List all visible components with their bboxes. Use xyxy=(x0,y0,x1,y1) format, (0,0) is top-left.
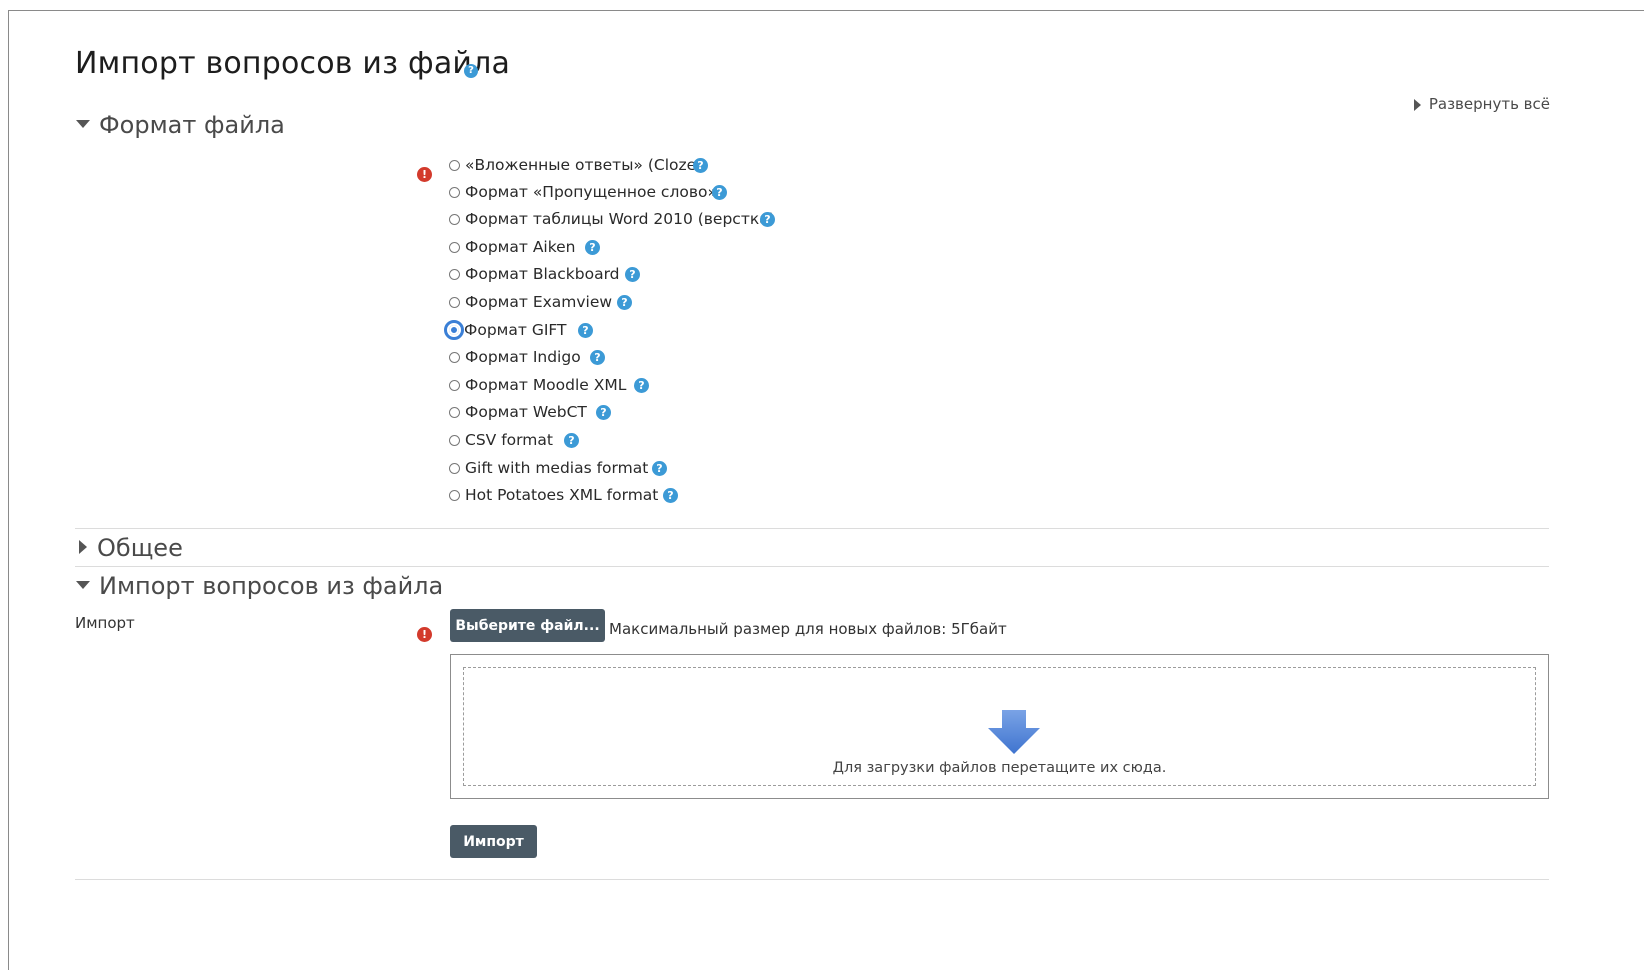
section-import-header[interactable]: Импорт вопросов из файла xyxy=(76,572,443,600)
caret-down-icon xyxy=(76,120,90,128)
section-general-title: Общее xyxy=(97,534,183,562)
format-option-label: Формат Indigo xyxy=(465,348,581,366)
format-option-label: Формат Examview xyxy=(465,293,613,311)
format-option-label: Формат Moodle XML xyxy=(465,376,627,394)
format-option-label: Формат Aiken xyxy=(465,238,576,256)
required-icon: ! xyxy=(417,167,432,182)
caret-right-icon xyxy=(79,540,87,554)
max-size-text: Максимальный размер для новых файлов: 5Г… xyxy=(609,620,1007,638)
help-icon[interactable]: ? xyxy=(693,158,708,173)
radio-button[interactable] xyxy=(449,296,460,308)
format-option[interactable]: Формат Moodle XML xyxy=(449,375,626,395)
expand-all-label: Развернуть всё xyxy=(1428,95,1550,113)
format-option-label: Формат «Пропущенное слово» xyxy=(465,183,717,201)
help-icon[interactable]: ? xyxy=(760,212,775,227)
help-icon[interactable]: ? xyxy=(590,350,605,365)
format-option[interactable]: Gift with medias format xyxy=(449,458,648,478)
format-option[interactable]: CSV format xyxy=(449,430,553,450)
radio-button[interactable] xyxy=(449,241,460,253)
radio-button-selected[interactable] xyxy=(444,320,464,340)
help-icon[interactable]: ? xyxy=(663,488,678,503)
format-option[interactable]: Формат Blackboard xyxy=(449,264,620,284)
help-icon[interactable]: ? xyxy=(564,433,579,448)
choose-file-button[interactable]: Выберите файл... xyxy=(450,609,605,642)
help-icon[interactable]: ? xyxy=(652,461,667,476)
section-format-header[interactable]: Формат файла xyxy=(76,111,285,139)
help-icon[interactable]: ? xyxy=(596,405,611,420)
help-icon[interactable]: ? xyxy=(634,378,649,393)
radio-button[interactable] xyxy=(449,213,460,225)
format-option[interactable]: Hot Potatoes XML format xyxy=(449,485,658,505)
required-icon: ! xyxy=(417,627,432,642)
import-field-label: Импорт xyxy=(75,614,135,632)
help-icon[interactable]: ? xyxy=(712,185,727,200)
radio-button[interactable] xyxy=(449,434,460,446)
caret-down-icon xyxy=(76,581,90,589)
format-option[interactable]: Формат «Пропущенное слово» xyxy=(449,182,717,202)
title-help-icon[interactable]: ? xyxy=(464,64,478,78)
format-option[interactable]: Формат Aiken xyxy=(449,237,576,257)
radio-button[interactable] xyxy=(449,462,460,474)
divider xyxy=(75,566,1549,567)
dropzone-border: Для загрузки файлов перетащите их сюда. xyxy=(463,667,1536,786)
divider xyxy=(75,879,1549,880)
help-icon[interactable]: ? xyxy=(617,295,632,310)
radio-button[interactable] xyxy=(449,406,460,418)
format-option-label: «Вложенные ответы» (Cloze) xyxy=(465,156,703,174)
format-option[interactable]: Формат Examview xyxy=(449,292,612,312)
section-general-header[interactable]: Общее xyxy=(76,534,183,562)
radio-button[interactable] xyxy=(449,159,460,171)
radio-button[interactable] xyxy=(449,379,460,391)
radio-button[interactable] xyxy=(449,186,460,198)
format-option[interactable]: Формат WebCT xyxy=(449,402,587,422)
section-import-title: Импорт вопросов из файла xyxy=(99,572,444,600)
format-option-label: Hot Potatoes XML format xyxy=(465,486,659,504)
format-option[interactable]: Формат Indigo xyxy=(449,347,581,367)
download-arrow-icon xyxy=(988,710,1040,754)
format-option[interactable]: Формат GIFT xyxy=(444,320,567,340)
format-option-label: Формат таблицы Word 2010 (верстка) xyxy=(465,210,775,228)
radio-button[interactable] xyxy=(449,489,460,501)
import-submit-button[interactable]: Импорт xyxy=(450,825,537,858)
window-frame xyxy=(8,10,1644,970)
format-option-label: Формат Blackboard xyxy=(465,265,620,283)
page-title: Импорт вопросов из файла xyxy=(75,46,511,81)
help-icon[interactable]: ? xyxy=(625,267,640,282)
section-format-title: Формат файла xyxy=(99,111,285,139)
expand-all-link[interactable]: Развернуть всё xyxy=(1413,95,1550,113)
dropzone-text: Для загрузки файлов перетащите их сюда. xyxy=(832,760,1167,776)
divider xyxy=(75,528,1549,529)
help-icon[interactable]: ? xyxy=(578,323,593,338)
format-option[interactable]: Формат таблицы Word 2010 (верстка) xyxy=(449,209,775,229)
format-option-label: Gift with medias format xyxy=(465,459,649,477)
format-option-label: CSV format xyxy=(465,431,553,449)
file-dropzone[interactable]: Для загрузки файлов перетащите их сюда. xyxy=(450,654,1549,799)
format-option-label: Формат GIFT xyxy=(464,321,567,339)
radio-button[interactable] xyxy=(449,351,460,363)
caret-right-icon xyxy=(1413,98,1421,111)
format-option[interactable]: «Вложенные ответы» (Cloze) xyxy=(449,155,702,175)
help-icon[interactable]: ? xyxy=(585,240,600,255)
radio-button[interactable] xyxy=(449,268,460,280)
format-option-label: Формат WebCT xyxy=(465,403,587,421)
